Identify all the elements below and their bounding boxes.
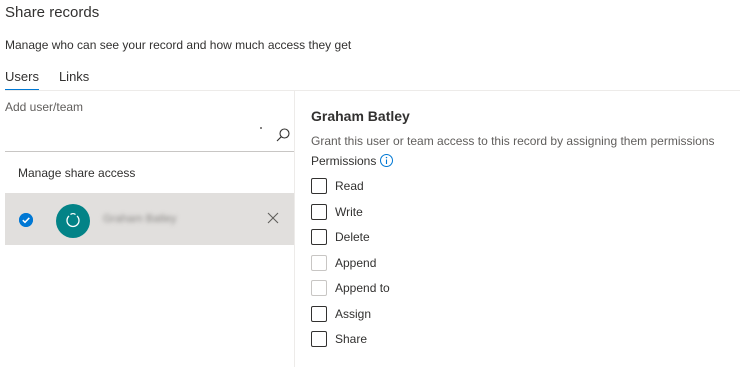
- manage-share-access-label: Manage share access: [18, 166, 136, 180]
- checkbox[interactable]: [311, 306, 327, 322]
- search-cursor-dot: [260, 127, 262, 129]
- grant-description: Grant this user or team access to this r…: [311, 134, 715, 148]
- team-icon: [66, 212, 80, 228]
- dialog-title: Share records: [5, 4, 100, 21]
- permission-append[interactable]: Append: [311, 254, 376, 272]
- permission-share[interactable]: Share: [311, 330, 367, 348]
- search-underline: [5, 151, 294, 152]
- permission-label: Share: [335, 332, 368, 346]
- add-user-team-label: Add user/team: [5, 100, 84, 114]
- checkmark-circle-icon[interactable]: [19, 213, 33, 227]
- checkbox[interactable]: [311, 204, 327, 220]
- permission-label: Append: [335, 256, 377, 270]
- checkbox[interactable]: [311, 229, 327, 245]
- permission-label: Append to: [335, 281, 390, 295]
- shared-user-row[interactable]: Graham Batley: [5, 193, 294, 245]
- left-panel: Add user/team Manage share access Graham…: [5, 91, 294, 367]
- tab-bar: Users Links: [5, 67, 109, 91]
- permission-assign[interactable]: Assign: [311, 305, 371, 323]
- shared-user-name: Graham Batley: [103, 213, 177, 225]
- checkbox[interactable]: [311, 255, 327, 271]
- search-input[interactable]: [5, 125, 275, 149]
- info-icon[interactable]: [380, 154, 393, 167]
- permission-append-to[interactable]: Append to: [311, 279, 390, 297]
- permission-label: Delete: [335, 230, 370, 244]
- permission-delete[interactable]: Delete: [311, 228, 370, 246]
- permission-label: Read: [335, 179, 364, 193]
- tab-users[interactable]: Users: [5, 67, 39, 91]
- search-icon[interactable]: [275, 127, 291, 143]
- checkbox[interactable]: [311, 178, 327, 194]
- checkbox[interactable]: [311, 331, 327, 347]
- close-icon[interactable]: [266, 211, 280, 225]
- tab-links[interactable]: Links: [59, 67, 89, 91]
- dialog-subtitle: Manage who can see your record and how m…: [5, 38, 352, 52]
- permission-read[interactable]: Read: [311, 177, 364, 195]
- checkbox[interactable]: [311, 280, 327, 296]
- permission-write[interactable]: Write: [311, 203, 363, 221]
- panel-divider: [294, 91, 295, 367]
- permissions-label: Permissions: [311, 154, 377, 168]
- permission-label: Write: [335, 205, 363, 219]
- selected-user-title: Graham Batley: [311, 108, 410, 124]
- permission-label: Assign: [335, 307, 372, 321]
- avatar: [56, 204, 90, 238]
